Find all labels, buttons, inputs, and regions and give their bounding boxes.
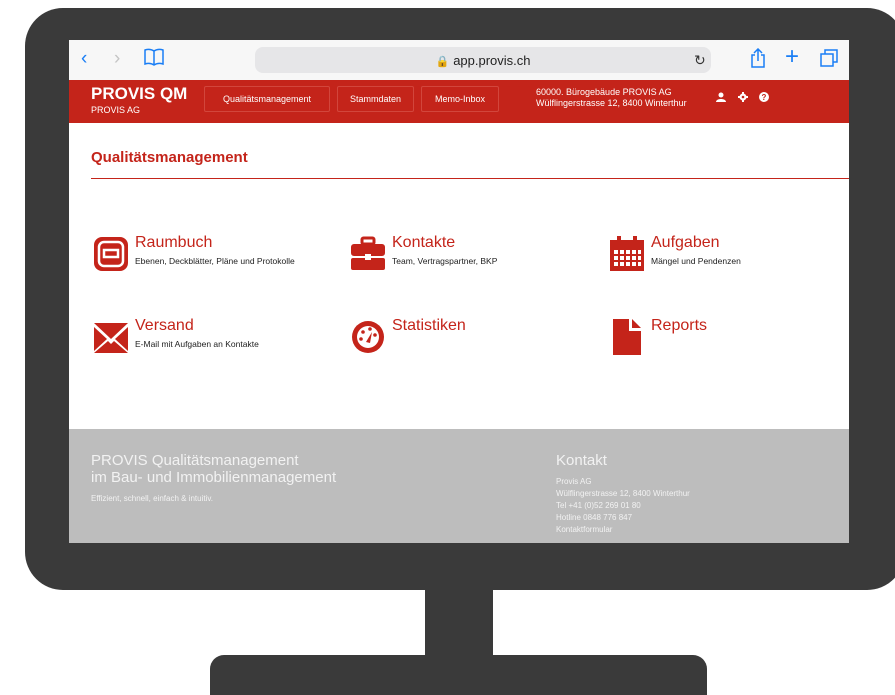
footer-tagline: Effizient, schnell, einfach & intuitiv. [91,494,213,503]
footer-title-line-2: im Bau- und Immobilienmanagement [91,469,337,486]
calendar-icon [610,236,644,271]
svg-text:?: ? [762,93,767,102]
address-line-1: 60000. Bürogebäude PROVIS AG [536,87,672,97]
building-icon [94,237,128,271]
app-header: PROVIS QM PROVIS AG Qualitätsmanagement … [69,80,849,123]
url-text: app.provis.ch [453,53,531,68]
reload-icon[interactable]: ↻ [694,52,706,69]
bookmarks-icon[interactable] [144,48,164,72]
tile-title: Versand [135,317,194,334]
tile-description: Ebenen, Deckblätter, Pläne und Protokoll… [135,256,295,266]
share-icon[interactable] [750,47,766,74]
tile-description: E-Mail mit Aufgaben an Kontakte [135,339,259,349]
nav-qualitaetsmanagement[interactable]: Qualitätsmanagement [204,86,330,112]
lock-icon: 🔒 [435,56,450,68]
nav-stammdaten[interactable]: Stammdaten [337,86,414,112]
tabs-icon[interactable] [820,49,838,73]
brand-subtitle: PROVIS AG [91,105,141,115]
document-icon [613,319,641,355]
contact-company: Provis AG [556,477,592,486]
address-line-2: Wülflingerstrasse 12, 8400 Winterthur [536,98,687,108]
tile-title: Kontakte [392,234,456,251]
tile-description: Team, Vertragspartner, BKP [392,256,498,266]
title-divider [91,178,849,179]
contact-hotline[interactable]: Hotline 0848 776 847 [556,513,632,522]
contact-form-link[interactable]: Kontaktformular [556,525,612,534]
monitor-neck [425,588,493,660]
tile-description: Mängel und Pendenzen [651,256,741,266]
footer-title-line-1: PROVIS Qualitätsmanagement [91,452,299,469]
footer-title: PROVIS Qualitätsmanagement im Bau- und I… [91,452,336,486]
tile-title: Aufgaben [651,234,720,251]
address-bar[interactable]: 🔒 app.provis.ch [255,47,711,73]
tile-title: Raumbuch [135,234,213,251]
address-info[interactable]: 60000. Bürogebäude PROVIS AG Wülflingers… [536,87,687,109]
gear-icon[interactable] [737,92,749,105]
envelope-icon [94,323,128,353]
browser-toolbar: ‹ › 🔒 app.provis.ch ↻ + [69,40,849,81]
footer: PROVIS Qualitätsmanagement im Bau- und I… [69,429,849,543]
nav-memo-inbox[interactable]: Memo-Inbox [421,86,499,112]
help-icon[interactable]: ? [758,92,770,105]
contact-phone[interactable]: Tel +41 (0)52 269 01 80 [556,501,641,510]
user-icon[interactable] [715,92,727,105]
brand-title[interactable]: PROVIS QM [91,84,187,104]
forward-icon[interactable]: › [114,48,120,70]
contact-title: Kontakt [556,452,607,469]
tile-title: Reports [651,317,708,334]
tile-title: Statistiken [392,317,466,334]
contact-address: Wülflingerstrasse 12, 8400 Winterthur [556,489,690,498]
dashboard-icon [352,321,384,353]
screen: ‹ › 🔒 app.provis.ch ↻ + PROVIS QM PROVIS … [69,40,849,543]
briefcase-icon [351,236,385,270]
new-tab-icon[interactable]: + [785,45,799,69]
monitor-stand [210,655,707,695]
back-icon[interactable]: ‹ [81,48,87,70]
page-title: Qualitätsmanagement [91,149,248,166]
